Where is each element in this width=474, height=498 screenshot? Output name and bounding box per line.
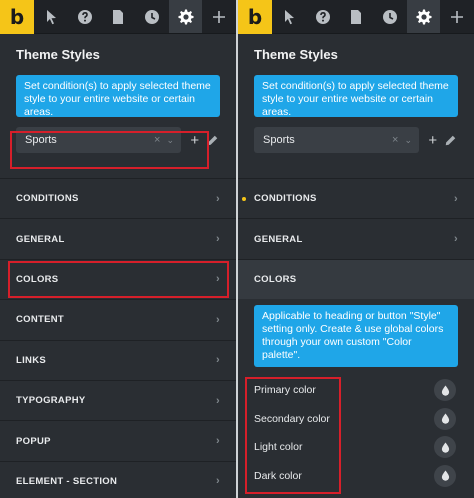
edit-style-button[interactable] (443, 135, 458, 146)
help-icon (77, 9, 92, 24)
section-links[interactable]: LINKS › (0, 339, 236, 380)
logo-letter: b (9, 5, 25, 29)
droplet-icon (441, 470, 449, 482)
highlight-color-list (245, 377, 341, 494)
theme-style-select-value: Sports (263, 134, 295, 146)
chevron-right-icon: › (216, 475, 220, 488)
logo[interactable]: b (238, 0, 272, 34)
gear-icon (416, 9, 432, 24)
conditions-info-box: Set condition(s) to apply selected theme… (254, 75, 458, 118)
toolbar-cursor-button[interactable] (34, 0, 68, 33)
chevron-right-icon: › (454, 192, 458, 205)
conditions-info-box: Set condition(s) to apply selected theme… (16, 75, 220, 118)
section-content[interactable]: CONTENT › (0, 299, 236, 339)
toolbar: b (238, 0, 474, 34)
droplet-icon (441, 385, 449, 396)
section-popup[interactable]: POPUP › (0, 420, 236, 460)
chevron-right-icon: › (216, 435, 220, 448)
logo[interactable]: b (0, 0, 34, 34)
toolbar-settings-button[interactable] (168, 0, 203, 33)
section-conditions[interactable]: CONDITIONS › (0, 178, 236, 218)
theme-styles-panel-right: b Theme Styles Set condition(s) to apply… (238, 0, 474, 498)
toolbar: b (0, 0, 236, 34)
chevron-right-icon: › (216, 313, 220, 326)
section-label: COLORS (254, 273, 297, 285)
color-picker-button[interactable] (434, 464, 456, 487)
active-condition-dot (242, 196, 246, 201)
droplet-icon (441, 442, 449, 453)
section-general[interactable]: GENERAL › (0, 218, 236, 258)
color-picker-button[interactable] (434, 379, 456, 402)
theme-styles-panel-left: b Theme Styles Set condition(s) to apply… (0, 0, 236, 498)
help-icon (315, 9, 330, 24)
panel-title: Theme Styles (254, 47, 338, 62)
section-label: LINKS (16, 354, 46, 366)
panel-title: Theme Styles (16, 47, 100, 62)
clear-icon[interactable]: × (392, 134, 398, 146)
chevron-right-icon: › (216, 354, 220, 367)
section-label: GENERAL (254, 233, 303, 245)
section-label: TYPOGRAPHY (16, 395, 86, 407)
section-label: POPUP (16, 435, 51, 447)
plus-icon (213, 10, 226, 23)
chevron-right-icon: › (216, 394, 220, 407)
document-icon (113, 9, 124, 24)
toolbar-settings-button[interactable] (406, 0, 441, 33)
toolbar-help-button[interactable] (68, 0, 102, 33)
history-icon (144, 9, 159, 24)
toolbar-history-button[interactable] (135, 0, 169, 33)
section-element-section[interactable]: ELEMENT - SECTION › (0, 460, 236, 498)
plus-icon (451, 10, 464, 23)
section-colors[interactable]: COLORS (238, 258, 474, 300)
toolbar-pages-button[interactable] (339, 0, 373, 33)
cursor-icon (284, 9, 294, 24)
toolbar-cursor-button[interactable] (272, 0, 306, 33)
toolbar-add-button[interactable] (202, 0, 236, 33)
toolbar-add-button[interactable] (440, 0, 474, 33)
colors-info-box: Applicable to heading or button "Style" … (254, 305, 458, 368)
toolbar-help-button[interactable] (306, 0, 340, 33)
color-picker-button[interactable] (434, 436, 456, 459)
document-icon (351, 9, 362, 24)
section-label: CONDITIONS (16, 193, 79, 205)
section-label: ELEMENT - SECTION (16, 475, 118, 487)
section-label: CONDITIONS (254, 193, 317, 205)
logo-letter: b (247, 5, 263, 29)
chevron-right-icon: › (454, 233, 458, 246)
toolbar-history-button[interactable] (373, 0, 407, 33)
chevron-right-icon: › (216, 233, 220, 246)
droplet-icon (441, 413, 449, 425)
add-style-button[interactable]: + (425, 132, 440, 149)
cursor-icon (46, 9, 56, 24)
gear-icon (178, 9, 194, 24)
highlight-select (10, 131, 209, 169)
sections-list: CONDITIONS › GENERAL › COLORS › CONTENT › LI… (0, 178, 236, 498)
theme-style-select[interactable]: Sports × ⌄ (254, 127, 420, 153)
section-label: CONTENT (16, 314, 65, 326)
toolbar-pages-button[interactable] (101, 0, 135, 33)
color-picker-button[interactable] (434, 407, 456, 430)
section-general[interactable]: GENERAL › (238, 218, 474, 258)
chevron-down-icon[interactable]: ⌄ (404, 135, 412, 146)
section-typography[interactable]: TYPOGRAPHY › (0, 379, 236, 420)
section-label: GENERAL (16, 233, 65, 245)
history-icon (382, 9, 397, 24)
chevron-right-icon: › (216, 192, 220, 205)
pencil-icon (445, 135, 456, 145)
highlight-colors-section (8, 261, 229, 298)
section-conditions[interactable]: CONDITIONS › (238, 178, 474, 218)
